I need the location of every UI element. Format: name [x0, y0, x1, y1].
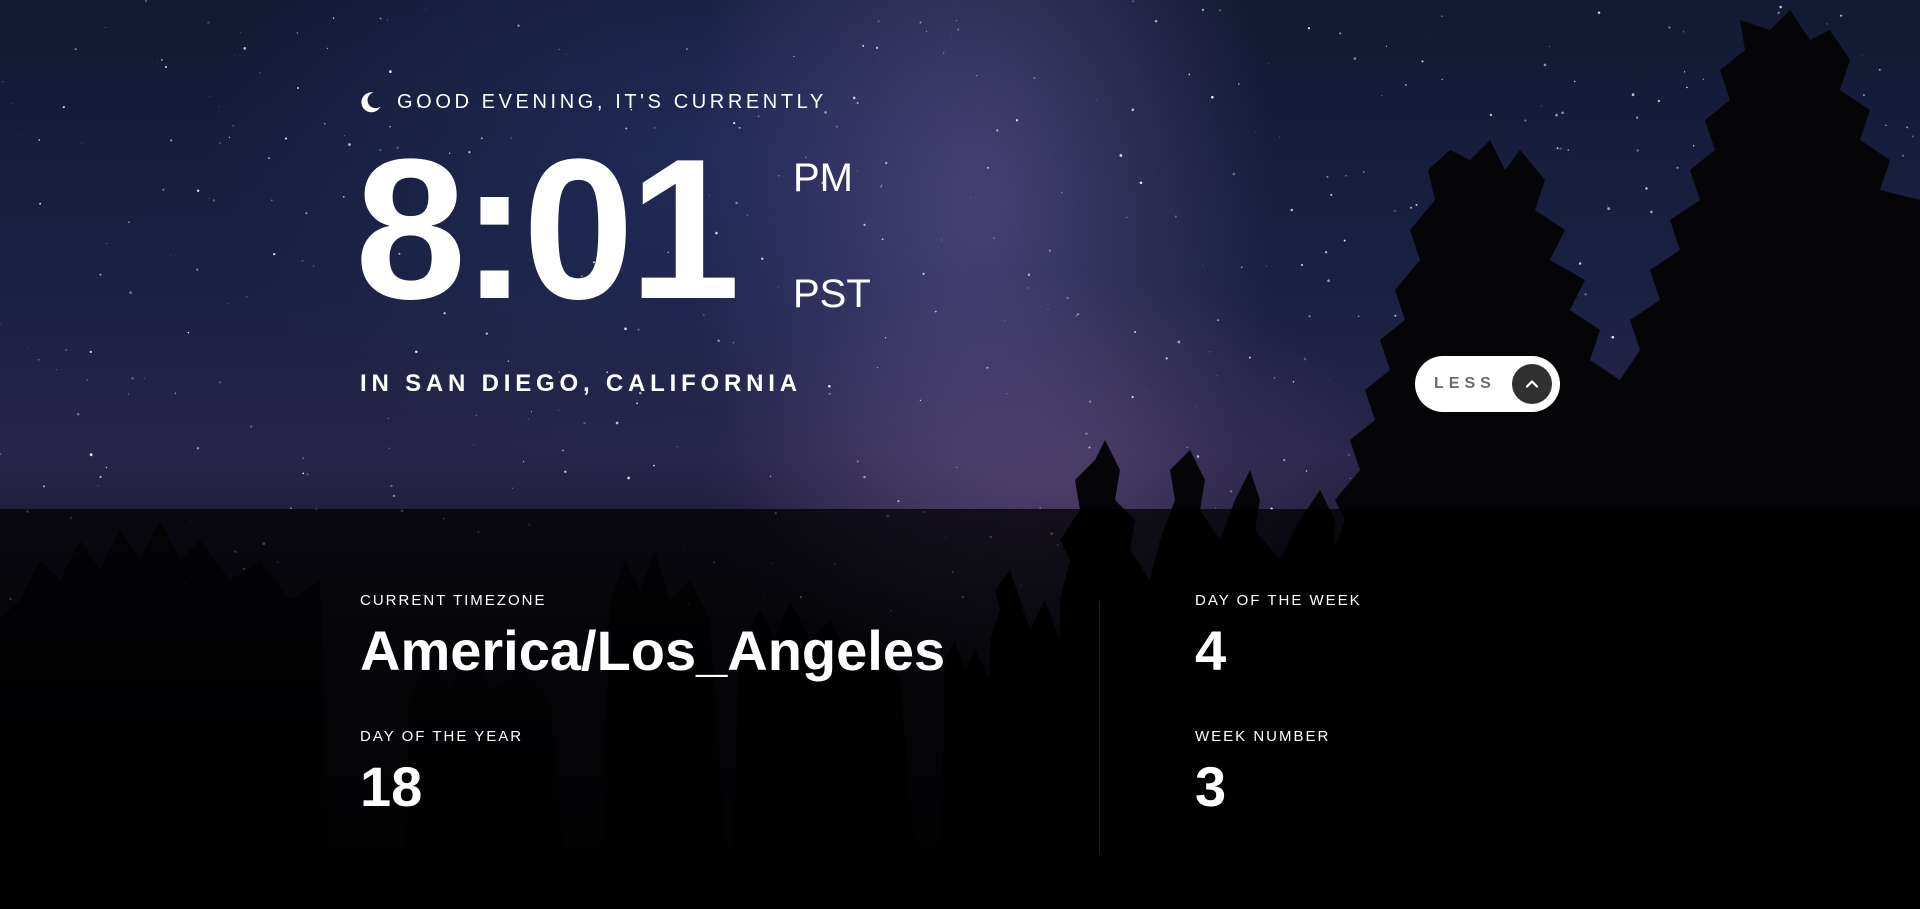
less-toggle-label: LESS — [1434, 375, 1496, 392]
timezone-info: CURRENT TIMEZONE America/Los_Angeles — [360, 587, 945, 685]
timezone-label: CURRENT TIMEZONE — [360, 592, 547, 609]
day-of-year-value: 18 — [360, 755, 423, 818]
meridiem: PM — [793, 156, 853, 200]
current-time: 8:01 — [355, 118, 740, 341]
less-toggle-button[interactable]: LESS — [1415, 356, 1560, 412]
details-panel: CURRENT TIMEZONE America/Los_Angeles DAY… — [0, 509, 1920, 909]
week-number-label: WEEK NUMBER — [1195, 728, 1331, 745]
timezone-value: America/Los_Angeles — [360, 619, 946, 682]
location-text: IN SAN DIEGO, CALIFORNIA — [360, 370, 802, 397]
greeting: GOOD EVENING, IT'S CURRENTLY — [359, 88, 827, 116]
day-of-year-info: DAY OF THE YEAR 18 — [360, 723, 523, 821]
week-number-value: 3 — [1195, 755, 1227, 818]
greeting-text: GOOD EVENING, IT'S CURRENTLY — [397, 91, 827, 113]
day-of-week-value: 4 — [1195, 619, 1227, 682]
day-of-year-label: DAY OF THE YEAR — [360, 728, 524, 745]
chevron-up-icon — [1525, 380, 1539, 388]
day-of-week-label: DAY OF THE WEEK — [1195, 592, 1362, 609]
moon-icon — [361, 92, 381, 113]
week-number-info: WEEK NUMBER 3 — [1195, 723, 1330, 821]
day-of-week-info: DAY OF THE WEEK 4 — [1195, 587, 1362, 685]
toggle-icon-circle — [1512, 364, 1552, 404]
clock-section: GOOD EVENING, IT'S CURRENTLY 8:01 PM PST… — [0, 0, 1920, 509]
panel-divider — [1099, 601, 1100, 853]
timezone-abbreviation: PST — [793, 272, 871, 316]
